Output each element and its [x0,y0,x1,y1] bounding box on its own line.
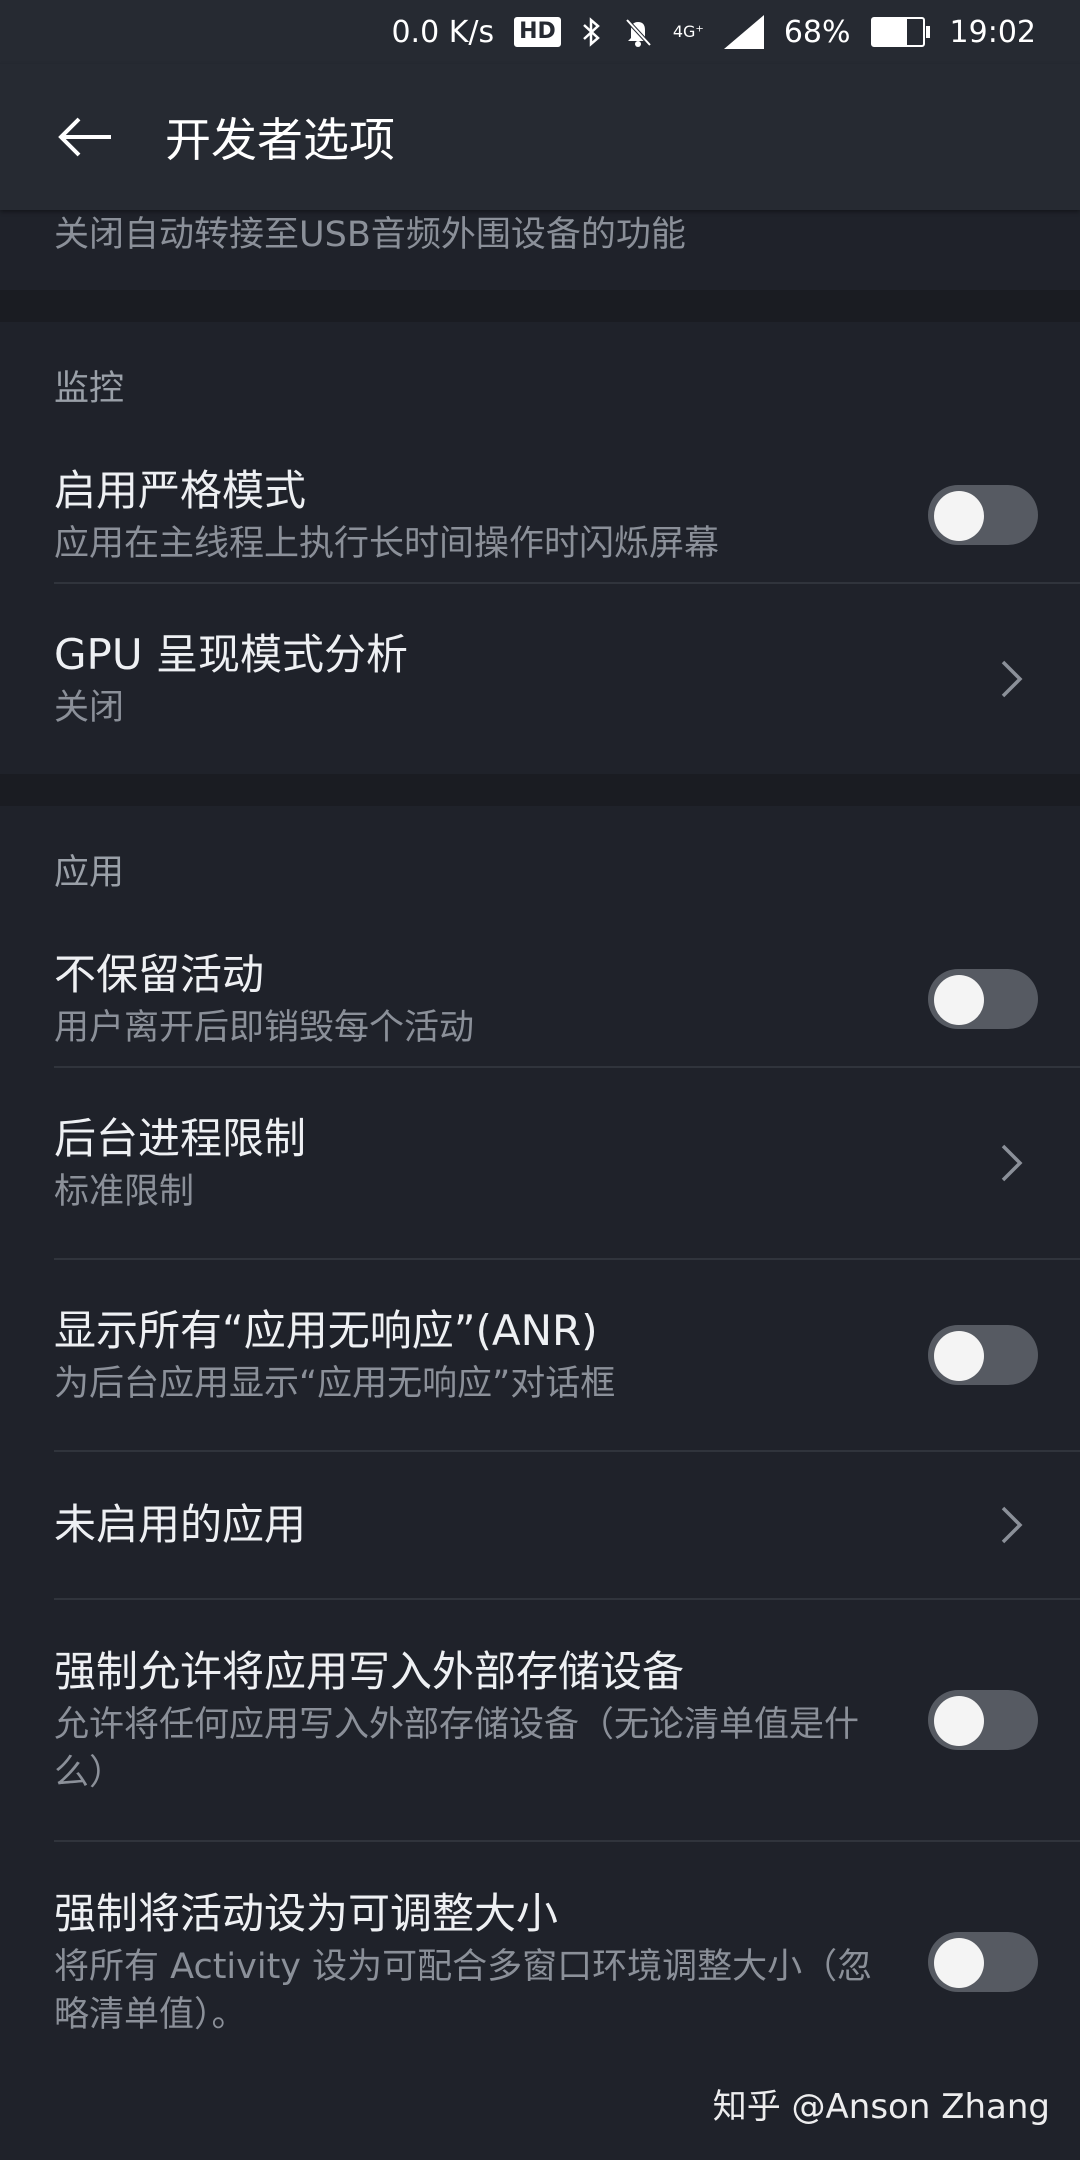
muted-bell-icon [623,16,653,48]
chevron-right-icon [992,1133,1032,1193]
section-apps: 应用 不保留活动 用户离开后即销毁每个活动 后台进程限制 标准限制 显示所有“应… [0,806,1080,2082]
background-process-limit-summary: 标准限制 [54,1172,195,1212]
show-all-anr-toggle[interactable] [928,1325,1038,1385]
dont-keep-activities-toggle[interactable] [928,969,1038,1029]
force-external-storage-summary: 允许将任何应用写入外部存储设备（无论清单值是什么） [54,1705,860,1793]
force-resizable-activities-item[interactable]: 强制将活动设为可调整大小 将所有 Activity 设为可配合多窗口环境调整大小… [0,1842,1080,2082]
force-external-storage-title: 强制允许将应用写入外部存储设备 [54,1647,685,1696]
gpu-profile-title: GPU 呈现模式分析 [54,630,408,679]
strict-mode-summary: 应用在主线程上执行长时间操作时闪烁屏幕 [54,524,720,564]
background-process-limit-title: 后台进程限制 [54,1114,307,1163]
screen: 0.0 K/s HD 4G⁺ 68% 19:02 开发者选项 关闭自动转接至US… [0,0,1080,2160]
net-speed: 0.0 K/s [391,14,495,50]
gpu-profile-summary: 关闭 [54,688,125,728]
clock: 19:02 [949,14,1036,50]
inactive-apps-title: 未启用的应用 [54,1500,307,1549]
dont-keep-activities-title: 不保留活动 [54,950,265,999]
force-external-storage-toggle[interactable] [928,1690,1038,1750]
page-title: 开发者选项 [165,113,395,167]
chevron-right-icon [992,649,1032,709]
usb-audio-routing-summary: 关闭自动转接至USB音频外围设备的功能 [54,215,686,255]
strict-mode-toggle[interactable] [928,485,1038,545]
battery-icon [870,17,930,47]
watermark: 知乎 @Anson Zhang [712,2087,1050,2127]
section-divider [0,774,1080,806]
section-divider [0,290,1080,322]
force-resizable-activities-toggle[interactable] [928,1932,1038,1992]
hd-icon: HD [514,17,561,47]
force-resizable-activities-title: 强制将活动设为可调整大小 [54,1889,559,1938]
show-all-anr-summary: 为后台应用显示“应用无响应”对话框 [54,1364,616,1404]
force-external-storage-item[interactable]: 强制允许将应用写入外部存储设备 允许将任何应用写入外部存储设备（无论清单值是什么… [0,1600,1080,1840]
section-monitoring: 监控 启用严格模式 应用在主线程上执行长时间操作时闪烁屏幕 GPU 呈现模式分析… [0,322,1080,774]
battery-fill [872,19,907,45]
force-resizable-activities-summary: 将所有 Activity 设为可配合多窗口环境调整大小（忽略清单值）。 [54,1947,873,2035]
background-process-limit-item[interactable]: 后台进程限制 标准限制 [0,1068,1080,1258]
chevron-right-icon [992,1495,1032,1555]
inactive-apps-item[interactable]: 未启用的应用 [0,1452,1080,1598]
strict-mode-title: 启用严格模式 [54,466,307,515]
show-all-anr-item[interactable]: 显示所有“应用无响应”(ANR) 为后台应用显示“应用无响应”对话框 [0,1260,1080,1450]
section-header-apps: 应用 [54,852,125,893]
dont-keep-activities-summary: 用户离开后即销毁每个活动 [54,1008,475,1048]
toolbar: 开发者选项 [0,64,1080,210]
network-4g-icon: 4G⁺ [672,22,704,41]
section-header-monitoring: 监控 [54,368,125,409]
dont-keep-activities-item[interactable]: 不保留活动 用户离开后即销毁每个活动 [0,932,1080,1066]
battery-percent: 68% [783,14,851,50]
strict-mode-item[interactable]: 启用严格模式 应用在主线程上执行长时间操作时闪烁屏幕 [0,448,1080,582]
settings-list: 关闭自动转接至USB音频外围设备的功能 监控 启用严格模式 应用在主线程上执行长… [0,150,1080,2082]
bluetooth-icon [581,16,603,48]
signal-icon [723,15,764,49]
gpu-profile-item[interactable]: GPU 呈现模式分析 关闭 [0,584,1080,774]
back-arrow-icon[interactable] [55,107,115,167]
status-bar: 0.0 K/s HD 4G⁺ 68% 19:02 [0,0,1080,64]
show-all-anr-title: 显示所有“应用无响应”(ANR) [54,1306,598,1355]
